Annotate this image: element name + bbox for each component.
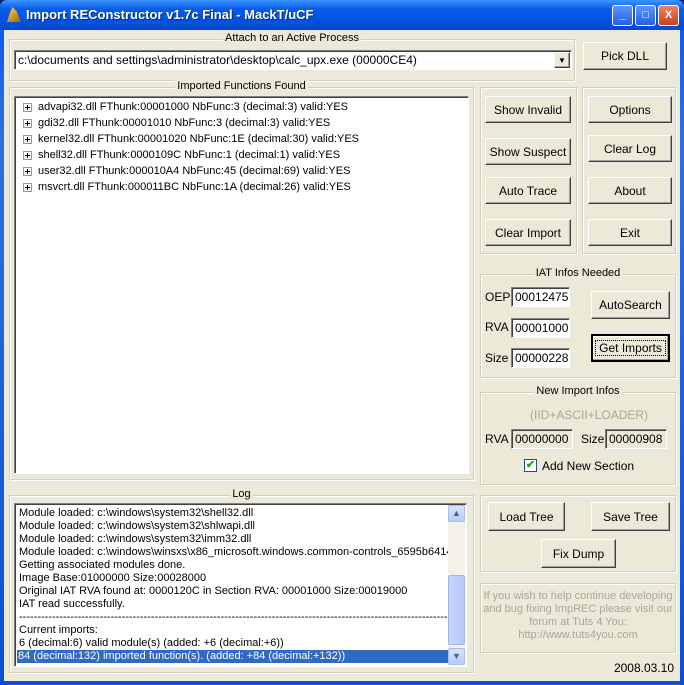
expand-icon[interactable]: [23, 150, 32, 160]
iat-label: IAT Infos Needed: [533, 267, 623, 279]
scroll-up-button[interactable]: ▲: [448, 505, 465, 522]
log-line[interactable]: Module loaded: c:\windows\system32\imm32…: [18, 533, 251, 546]
new-rva-label: RVA: [485, 432, 509, 446]
version-date: 2008.03.10: [613, 661, 674, 675]
info-box: If you wish to help continue developing …: [480, 583, 676, 653]
pick-dll-label: Pick DLL: [600, 49, 650, 63]
new-import-hint: (IID+ASCII+LOADER): [530, 408, 649, 422]
scroll-thumb[interactable]: [448, 575, 465, 645]
tree-item[interactable]: shell32.dll FThunk:0000109C NbFunc:1 (de…: [23, 147, 340, 163]
tree-item-label: shell32.dll FThunk:0000109C NbFunc:1 (de…: [38, 149, 341, 161]
expand-icon[interactable]: [23, 102, 32, 112]
tree-item-label: msvcrt.dll FThunk:000011BC NbFunc:1A (de…: [38, 181, 351, 193]
log-line[interactable]: Original IAT RVA found at: 0000120C in S…: [18, 585, 407, 598]
info-link[interactable]: http://www.tuts4you.com: [481, 629, 675, 642]
show-invalid-button[interactable]: Show Invalid: [485, 96, 571, 123]
add-section-label: Add New Section: [542, 459, 635, 473]
save-tree-button[interactable]: Save Tree: [591, 502, 670, 531]
expand-icon[interactable]: [23, 182, 32, 192]
load-tree-button[interactable]: Load Tree: [488, 502, 565, 531]
attach-label: Attach to an Active Process: [223, 32, 361, 44]
size-label: Size: [485, 351, 509, 365]
about-button[interactable]: About: [588, 177, 672, 204]
log-label: Log: [230, 488, 253, 500]
process-value: c:\documents and settings\administrator\…: [18, 53, 417, 67]
log-line[interactable]: ----------------------------------------…: [18, 611, 459, 624]
app-icon: [7, 7, 21, 22]
expand-icon[interactable]: [23, 118, 32, 128]
window: Import REConstructor v1.7c Final - MackT…: [0, 0, 684, 685]
get-imports-button[interactable]: Get Imports: [591, 334, 670, 362]
log-line[interactable]: Module loaded: c:\windows\winsxs\x86_mic…: [18, 546, 459, 559]
tree-item[interactable]: gdi32.dll FThunk:00001010 NbFunc:3 (deci…: [23, 115, 330, 131]
log-scrollbar[interactable]: ▲ ▼: [448, 505, 465, 665]
new-size-input[interactable]: 00000908: [605, 429, 667, 449]
close-button[interactable]: X: [658, 5, 679, 26]
expand-icon[interactable]: [23, 134, 32, 144]
tree-item-label: gdi32.dll FThunk:00001010 NbFunc:3 (deci…: [38, 117, 331, 129]
tree-item-label: user32.dll FThunk:000010A4 NbFunc:45 (de…: [38, 165, 351, 177]
new-rva-input[interactable]: 00000000: [511, 429, 573, 449]
clear-import-button[interactable]: Clear Import: [485, 219, 571, 246]
scroll-down-button[interactable]: ▼: [448, 648, 465, 665]
expand-icon[interactable]: [23, 166, 32, 176]
autosearch-button[interactable]: AutoSearch: [591, 291, 670, 319]
info-line: forum at Tuts 4 You:: [529, 616, 627, 628]
rva-input[interactable]: 00001000: [511, 318, 570, 338]
log-line[interactable]: Module loaded: c:\windows\system32\shell…: [18, 507, 253, 520]
minimize-button[interactable]: _: [612, 5, 633, 26]
log-line[interactable]: Current imports:: [18, 624, 98, 637]
tree-item[interactable]: kernel32.dll FThunk:00001020 NbFunc:1E (…: [23, 131, 359, 147]
fix-dump-button[interactable]: Fix Dump: [541, 539, 616, 568]
log-line[interactable]: Module loaded: c:\windows\system32\shlwa…: [18, 520, 255, 533]
auto-trace-button[interactable]: Auto Trace: [485, 177, 571, 204]
chevron-down-icon[interactable]: ▼: [554, 52, 570, 68]
oep-label: OEP: [485, 290, 511, 304]
get-imports-label: Get Imports: [595, 340, 666, 356]
options-button[interactable]: Options: [588, 96, 672, 123]
info-line: If you wish to help continue developing: [483, 590, 673, 602]
imports-tree[interactable]: advapi32.dll FThunk:00001000 NbFunc:3 (d…: [14, 96, 469, 474]
rva-label: RVA: [485, 320, 509, 334]
new-import-label: New Import Infos: [534, 385, 622, 397]
tree-item[interactable]: advapi32.dll FThunk:00001000 NbFunc:3 (d…: [23, 99, 348, 115]
new-size-label: Size: [581, 432, 605, 446]
client-area: Attach to an Active Process c:\documents…: [4, 30, 680, 681]
log-line[interactable]: 6 (decimal:6) valid module(s) (added: +6…: [18, 637, 284, 650]
add-section-checkbox[interactable]: ✔: [524, 459, 537, 472]
log-line[interactable]: IAT read successfully.: [18, 598, 125, 611]
tree-item[interactable]: msvcrt.dll FThunk:000011BC NbFunc:1A (de…: [23, 179, 351, 195]
window-title: Import REConstructor v1.7c Final - MackT…: [26, 7, 314, 22]
maximize-button[interactable]: □: [635, 5, 656, 26]
log-line[interactable]: Image Base:01000000 Size:00028000: [18, 572, 206, 585]
tree-item[interactable]: user32.dll FThunk:000010A4 NbFunc:45 (de…: [23, 163, 350, 179]
process-combo[interactable]: c:\documents and settings\administrator\…: [14, 50, 572, 70]
log-list[interactable]: 84 (decimal:132) imported function(s). (…: [14, 503, 467, 667]
log-line[interactable]: Getting associated modules done.: [18, 559, 185, 572]
pick-dll-button[interactable]: Pick DLL: [583, 42, 667, 70]
exit-button[interactable]: Exit: [588, 219, 672, 246]
show-suspect-button[interactable]: Show Suspect: [485, 138, 571, 165]
tree-item-label: advapi32.dll FThunk:00001000 NbFunc:3 (d…: [38, 101, 349, 113]
imports-label: Imported Functions Found: [175, 80, 308, 92]
oep-input[interactable]: 00012475: [511, 287, 570, 307]
tree-item-label: kernel32.dll FThunk:00001020 NbFunc:1E (…: [38, 133, 360, 145]
size-input[interactable]: 00000228: [511, 348, 570, 368]
title-bar[interactable]: Import REConstructor v1.7c Final - MackT…: [0, 0, 684, 30]
info-line: and bug fixing ImpREC please visit our: [483, 603, 673, 615]
log-line[interactable]: 84 (decimal:132) imported function(s). (…: [17, 650, 450, 663]
clear-log-button[interactable]: Clear Log: [588, 135, 672, 162]
